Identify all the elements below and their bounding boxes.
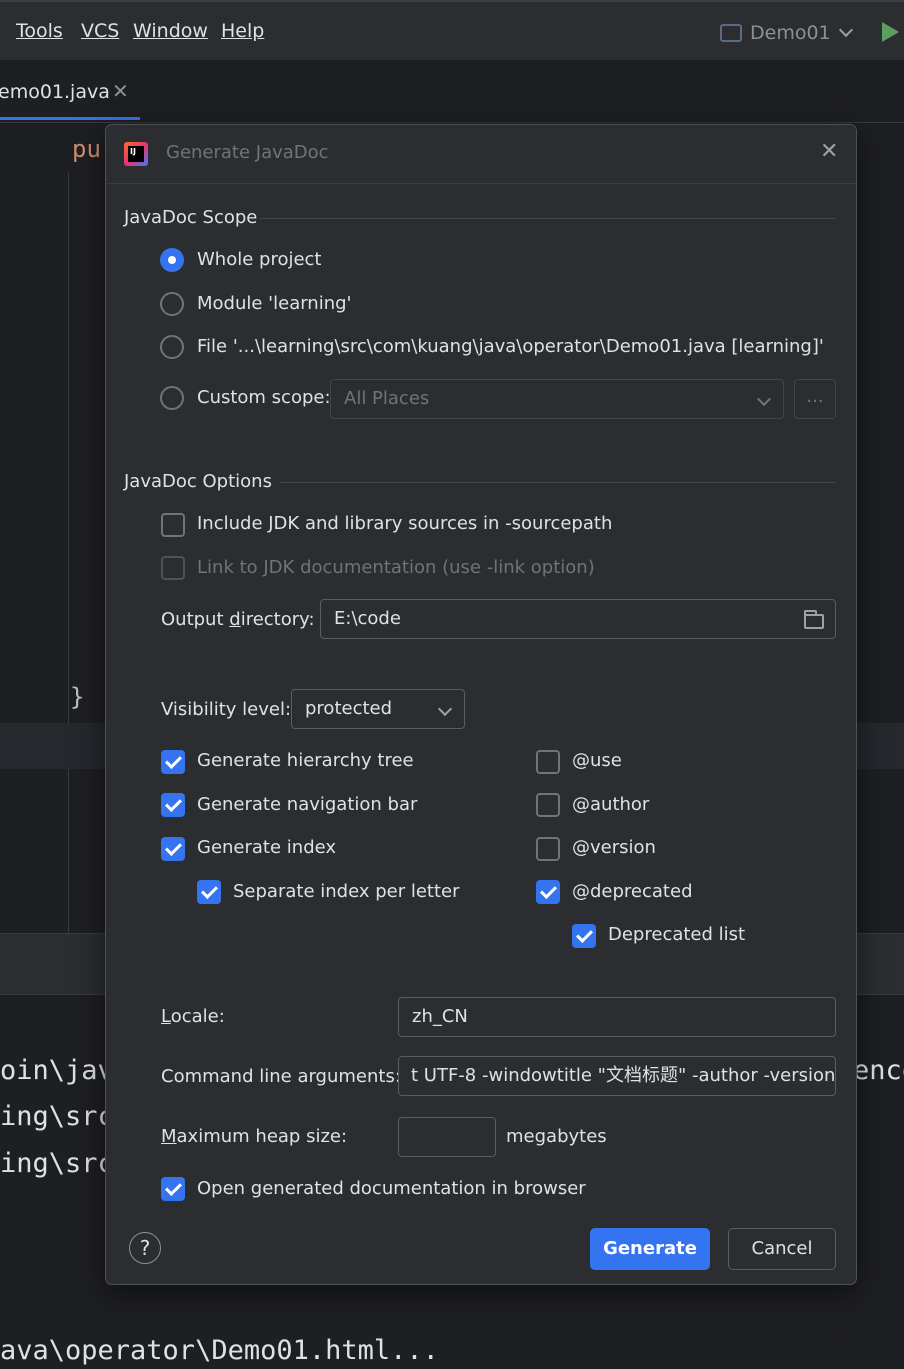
editor-tab-bar: emo01.java ✕ xyxy=(0,60,904,123)
max-heap-input[interactable] xyxy=(398,1117,496,1157)
radio-file[interactable] xyxy=(160,335,184,359)
chevron-down-icon xyxy=(838,22,853,38)
radio-custom-scope[interactable] xyxy=(160,386,184,410)
section-title-scope: JavaDoc Scope xyxy=(124,207,258,228)
radio-module[interactable] xyxy=(160,292,184,316)
use-tag-checkbox[interactable] xyxy=(536,750,560,774)
browse-scope-button[interactable]: ... xyxy=(794,379,836,419)
radio-label: Module 'learning' xyxy=(197,293,352,314)
radio-label: File '...\learning\src\com\kuang\java\op… xyxy=(197,336,824,357)
editor-tab[interactable]: emo01.java ✕ xyxy=(0,60,140,120)
checkbox-label: @author xyxy=(572,794,650,815)
radio-label: Whole project xyxy=(197,249,322,270)
generate-javadoc-dialog: IJ Generate JavaDoc ✕ JavaDoc Scope Whol… xyxy=(105,124,857,1285)
menu-tools[interactable]: Tools xyxy=(16,20,63,42)
section-title-options: JavaDoc Options xyxy=(124,471,272,492)
run-icon[interactable] xyxy=(882,22,899,42)
separator xyxy=(280,482,836,483)
menu-bar: Tools VCS Window Help Demo01 xyxy=(0,0,904,60)
open-in-browser-checkbox[interactable] xyxy=(161,1177,185,1201)
author-tag-checkbox[interactable] xyxy=(536,793,560,817)
checkbox-label: @use xyxy=(572,750,622,771)
code-keyword: pu xyxy=(72,135,101,163)
locale-input[interactable]: zh_CN xyxy=(398,997,836,1037)
navigation-bar-checkbox[interactable] xyxy=(161,793,185,817)
generate-button[interactable]: Generate xyxy=(590,1228,710,1270)
cancel-button[interactable]: Cancel xyxy=(728,1228,836,1270)
hierarchy-tree-checkbox[interactable] xyxy=(161,750,185,774)
menu-window[interactable]: Window xyxy=(133,20,208,42)
max-heap-label: Maximum heap size: xyxy=(161,1126,348,1147)
menu-help[interactable]: Help xyxy=(221,20,264,42)
checkbox-label: Generate navigation bar xyxy=(197,794,418,815)
visibility-label: Visibility level: xyxy=(161,699,292,720)
checkbox-label: Generate hierarchy tree xyxy=(197,750,414,771)
app-window-icon xyxy=(720,24,742,42)
help-button[interactable]: ? xyxy=(129,1232,161,1264)
custom-scope-dropdown[interactable]: All Places xyxy=(330,379,784,419)
locale-label: Locale: xyxy=(161,1006,225,1027)
deprecated-list-checkbox[interactable] xyxy=(572,924,596,948)
generate-index-checkbox[interactable] xyxy=(161,837,185,861)
command-line-arguments-input[interactable]: t UTF-8 -windowtitle "文档标题" -author -ver… xyxy=(398,1056,836,1096)
version-tag-checkbox[interactable] xyxy=(536,837,560,861)
separator xyxy=(260,218,836,219)
link-jdk-checkbox[interactable] xyxy=(161,556,185,580)
output-directory-input[interactable]: E:\code xyxy=(320,599,836,639)
checkbox-label: Generate index xyxy=(197,837,337,858)
command-line-arguments-label: Command line arguments: xyxy=(161,1066,401,1087)
folder-icon[interactable] xyxy=(804,610,824,629)
checkbox-label: @version xyxy=(572,837,656,858)
checkbox-label: Deprecated list xyxy=(608,924,746,945)
intellij-logo-icon: IJ xyxy=(124,142,148,166)
deprecated-tag-checkbox[interactable] xyxy=(536,880,560,904)
checkbox-label: Include JDK and library sources in -sour… xyxy=(197,513,613,534)
radio-label: Custom scope: xyxy=(197,387,331,408)
close-icon[interactable]: ✕ xyxy=(820,139,838,164)
dialog-title: Generate JavaDoc xyxy=(166,142,329,163)
include-jdk-checkbox[interactable] xyxy=(161,513,185,537)
close-icon[interactable]: ✕ xyxy=(112,79,129,103)
checkbox-label: Link to JDK documentation (use -link opt… xyxy=(197,557,595,578)
checkbox-label: Separate index per letter xyxy=(233,881,460,902)
code-brace: } xyxy=(70,683,85,711)
console-line-fragment: enco xyxy=(853,1055,904,1086)
indent-guide xyxy=(68,173,69,933)
console-line: ava\operator\Demo01.html... xyxy=(0,1335,439,1366)
checkbox-label: @deprecated xyxy=(572,881,693,902)
radio-whole-project[interactable] xyxy=(160,248,184,272)
editor-tab-label: emo01.java xyxy=(0,81,110,103)
checkbox-label: Open generated documentation in browser xyxy=(197,1178,586,1199)
run-configuration-selector[interactable]: Demo01 xyxy=(720,18,853,48)
menu-vcs[interactable]: VCS xyxy=(81,20,119,42)
output-directory-label: Output directory: xyxy=(161,609,315,630)
separate-index-checkbox[interactable] xyxy=(197,880,221,904)
dialog-title-bar: IJ Generate JavaDoc ✕ xyxy=(106,125,856,184)
megabytes-unit-label: megabytes xyxy=(506,1126,607,1147)
